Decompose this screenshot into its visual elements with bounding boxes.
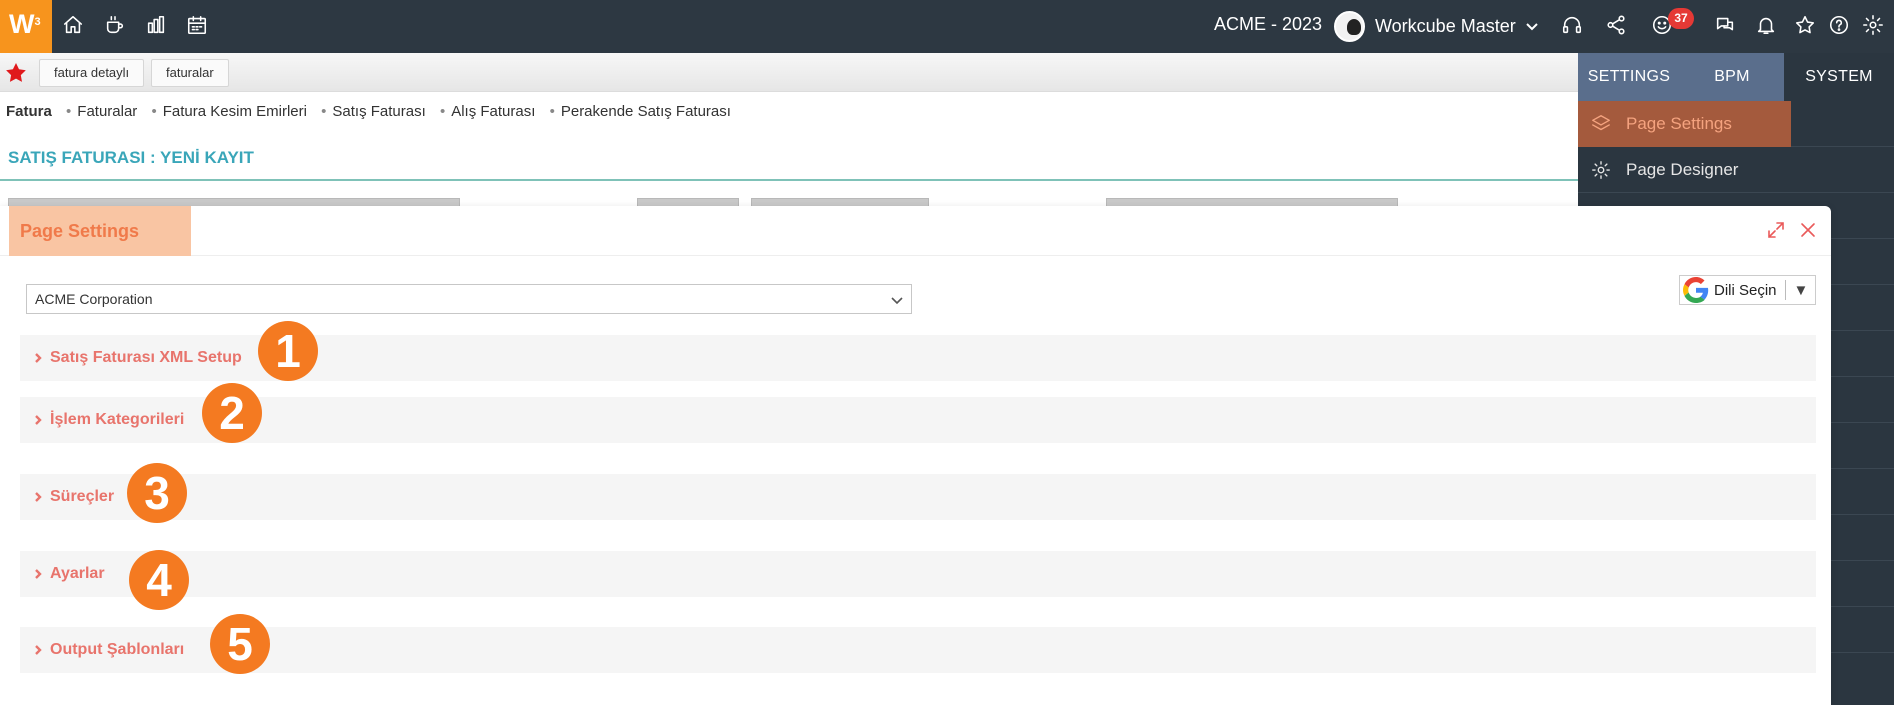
chat-icon[interactable]	[1712, 12, 1738, 38]
gear-icon[interactable]	[1860, 12, 1886, 38]
section-label: İşlem Kategorileri	[50, 411, 185, 428]
breadcrumb-item[interactable]: Alış Faturası	[451, 103, 535, 120]
page-title: SATIŞ FATURASI : YENİ KAYIT	[8, 148, 254, 167]
tab-faturalar[interactable]: faturalar	[151, 59, 229, 87]
step-marker-5: 5	[210, 614, 270, 674]
chart-icon[interactable]	[143, 12, 169, 38]
section-label: Ayarlar	[50, 565, 105, 582]
breadcrumb-separator: •	[151, 103, 157, 120]
page-settings-modal: Page Settings ACME Corporation Dili Seçi…	[0, 206, 1831, 705]
tab-fatura-detayli[interactable]: fatura detaylı	[39, 59, 145, 87]
section-label: Satış Faturası XML Setup	[50, 349, 242, 366]
company-select[interactable]: ACME Corporation	[26, 284, 912, 314]
notification-badge[interactable]: 37	[1668, 8, 1694, 29]
section-output-sablonlari[interactable]: Output Şablonları	[20, 627, 1816, 673]
star-icon[interactable]	[1792, 12, 1818, 38]
breadcrumb-item[interactable]: Perakende Satış Faturası	[561, 103, 731, 120]
language-select-button[interactable]: Dili Seçin ▼	[1679, 275, 1816, 305]
breadcrumb-separator: •	[439, 103, 446, 120]
chevron-down-icon	[1526, 23, 1538, 31]
tab-settings[interactable]: SETTINGS	[1578, 53, 1680, 101]
section-ayarlar[interactable]: Ayarlar	[20, 551, 1816, 597]
coffee-icon[interactable]	[102, 12, 128, 38]
section-label: Süreçler	[50, 488, 115, 505]
share-icon[interactable]	[1603, 12, 1629, 38]
user-name: Workcube Master	[1375, 15, 1516, 36]
menu-item-label: Page Settings	[1626, 114, 1732, 133]
dropdown-arrow-icon: ▼	[1793, 281, 1809, 299]
step-marker-1: 1	[258, 321, 318, 381]
layers-icon	[1592, 115, 1610, 131]
chevron-right-icon	[35, 569, 42, 579]
menu-item-label: Page Designer	[1626, 160, 1739, 179]
bell-icon[interactable]	[1753, 12, 1779, 38]
menu-item-page-settings[interactable]: Page Settings	[1578, 101, 1894, 147]
company-year-label[interactable]: ACME - 2023	[1214, 14, 1322, 35]
breadcrumb-separator: •	[66, 103, 72, 120]
calendar-icon[interactable]	[184, 12, 210, 38]
breadcrumb-item[interactable]: Faturalar	[77, 103, 137, 120]
favorite-star-icon[interactable]	[4, 61, 28, 85]
chevron-right-icon	[35, 353, 42, 363]
section-surecler[interactable]: Süreçler	[20, 474, 1816, 520]
breadcrumb-item[interactable]: Fatura Kesim Emirleri	[163, 103, 307, 120]
breadcrumb-item[interactable]: Fatura	[6, 103, 52, 120]
workcube-logo[interactable]: W3	[0, 0, 52, 53]
help-icon[interactable]	[1826, 12, 1852, 38]
title-divider	[0, 179, 1578, 181]
modal-title: Page Settings	[9, 206, 191, 256]
avatar	[1334, 10, 1365, 42]
step-marker-4: 4	[129, 550, 189, 610]
close-icon[interactable]	[1798, 220, 1818, 240]
menu-item-page-designer[interactable]: Page Designer	[1578, 147, 1894, 193]
tab-bpm[interactable]: BPM	[1680, 53, 1784, 101]
chevron-right-icon	[35, 415, 42, 425]
breadcrumb-item[interactable]: Satış Faturası	[332, 103, 425, 120]
modal-header: Page Settings	[0, 206, 1831, 256]
home-icon[interactable]	[60, 12, 86, 38]
top-navigation-bar: W3 ACME - 2023 Workcube Master 37	[0, 0, 1894, 53]
chevron-right-icon	[35, 492, 42, 502]
expand-icon[interactable]	[1766, 220, 1786, 240]
section-label: Output Şablonları	[50, 641, 185, 658]
language-label: Dili Seçin	[1714, 281, 1777, 299]
google-icon	[1683, 277, 1709, 303]
chevron-right-icon	[35, 645, 42, 655]
tab-system[interactable]: SYSTEM	[1784, 53, 1894, 101]
gear-icon	[1592, 161, 1610, 179]
breadcrumb-separator: •	[321, 103, 327, 120]
section-islem-kategorileri[interactable]: İşlem Kategorileri	[20, 397, 1816, 443]
user-menu[interactable]: Workcube Master	[1334, 9, 1540, 43]
favorites-bar: fatura detaylı faturalar	[0, 53, 1578, 92]
company-select-value: ACME Corporation	[35, 291, 153, 307]
headset-icon[interactable]	[1559, 12, 1585, 38]
chevron-down-icon	[891, 297, 903, 305]
step-marker-3: 3	[127, 463, 187, 523]
breadcrumb-separator: •	[549, 103, 555, 120]
right-menu-tabs: SETTINGS BPM SYSTEM	[1578, 53, 1894, 101]
divider	[1784, 280, 1786, 300]
step-marker-2: 2	[202, 383, 262, 443]
breadcrumb: Fatura • Faturalar • Fatura Kesim Emirleri…	[6, 103, 741, 120]
